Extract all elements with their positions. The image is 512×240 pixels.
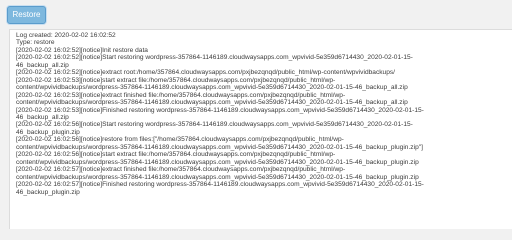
log-line: [2020-02-02 16:02:56][notice]start extra…	[16, 151, 336, 159]
log-line: 46_backup_plugin.zip	[16, 128, 80, 136]
log-line: Log created: 2020-02-02 16:02:52	[16, 32, 116, 39]
log-line: [2020-02-02 16:02:52][notice]Init restor…	[16, 46, 148, 54]
log-line: [2020-02-02 16:02:53][notice]Finished re…	[16, 106, 424, 114]
log-line: content/wpvividbackups/wordpress-357864-…	[16, 84, 408, 92]
restore-button[interactable]: Restore	[7, 6, 46, 24]
log-line: [2020-02-02 16:02:52][notice]Start resto…	[16, 54, 413, 62]
log-line: content/wpvividbackups/wordpress-357864-…	[16, 173, 419, 181]
log-line: Type: restore	[16, 39, 55, 47]
log-line: content/wpvividbackups/wordpress-357864-…	[16, 158, 419, 166]
log-line: [2020-02-02 16:02:52][notice]extract roo…	[16, 69, 396, 77]
log-line: [2020-02-02 16:02:56][notice]Start resto…	[16, 121, 413, 129]
log-line: [2020-02-02 16:02:53][notice]start extra…	[16, 76, 336, 84]
log-line: content/wpvividbackups/wordpress-357864-…	[16, 143, 423, 151]
log-line: content/wpvividbackups/wordpress-357864-…	[16, 99, 408, 107]
log-line: 46_backup_all.zip	[16, 113, 69, 121]
log-line: 46_backup_plugin.zip	[16, 188, 80, 196]
log-line: [2020-02-02 16:02:57][notice]Finished re…	[16, 181, 424, 189]
log-line: [2020-02-02 16:02:56][notice]restore fro…	[16, 136, 344, 144]
log-line: 46_backup_all.zip	[16, 61, 69, 69]
log-line: [2020-02-02 16:02:53][notice]extract fin…	[16, 91, 346, 99]
restore-log-panel[interactable]: Log created: 2020-02-02 16:02:52 Type: r…	[9, 29, 512, 229]
log-line: [2020-02-02 16:02:57][notice]extract fin…	[16, 166, 346, 174]
